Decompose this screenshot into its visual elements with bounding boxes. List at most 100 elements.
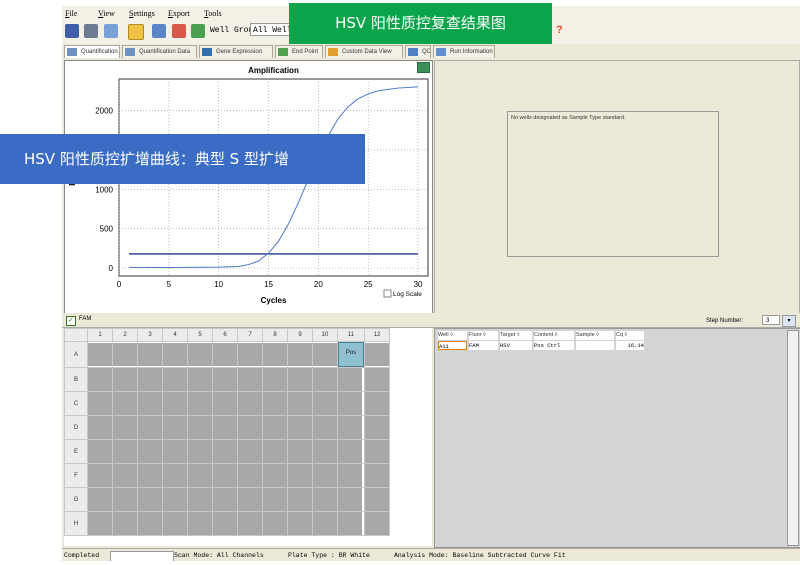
chart-options-icon[interactable] [417,62,430,73]
plate-well[interactable] [138,416,162,439]
plate-column-header[interactable]: 8 [262,328,288,342]
plate-well[interactable] [213,392,237,415]
step-number-select[interactable]: 3 [762,315,780,325]
plate-well[interactable] [113,368,137,391]
plate-well[interactable] [313,512,337,535]
plate-well[interactable] [238,488,262,511]
plate-well[interactable] [238,368,262,391]
plate-well[interactable] [338,416,362,439]
plate-column-header[interactable]: 2 [112,328,138,342]
plate-well[interactable] [213,343,237,366]
plate-well[interactable] [88,416,112,439]
plate-well[interactable] [213,416,237,439]
plate-well[interactable] [188,464,212,487]
plate-column-header[interactable]: 5 [187,328,213,342]
plate-well[interactable] [113,392,137,415]
plate-well[interactable] [238,343,262,366]
plate-well[interactable] [263,512,287,535]
plate-row-header[interactable]: H [64,511,88,536]
plate-well[interactable] [88,343,112,366]
plate-well[interactable] [138,368,162,391]
plate-row-header[interactable]: F [64,463,88,488]
plate-well[interactable] [263,488,287,511]
plate-well[interactable] [288,392,312,415]
plate-column-header[interactable]: 6 [212,328,238,342]
plate-well[interactable] [163,343,187,366]
plate-well-positive[interactable]: Pos [338,342,364,367]
col-header-sample[interactable]: Sample ◊ [576,331,614,340]
col-header-content[interactable]: Content ◊ [534,331,574,340]
plate-well[interactable] [113,343,137,366]
plate-well[interactable] [338,464,362,487]
zoom-icon[interactable] [128,24,144,40]
tab-custom-data-view[interactable]: Custom Data View [325,45,403,58]
plate-well[interactable] [113,512,137,535]
plate-column-header[interactable]: 1 [87,328,113,342]
plate-well[interactable] [138,440,162,463]
plate-well[interactable] [213,440,237,463]
save-icon[interactable] [65,24,79,38]
plate-well[interactable] [288,368,312,391]
plate-well[interactable] [288,343,312,366]
plate-well[interactable] [338,368,362,391]
plate-row-header[interactable]: G [64,487,88,512]
plate-row-header[interactable]: B [64,367,88,392]
plate-well[interactable] [365,512,389,535]
plate-well[interactable] [238,440,262,463]
plate-well[interactable] [263,416,287,439]
plate-column-header[interactable]: 9 [287,328,313,342]
plate-well[interactable] [213,488,237,511]
plate-well[interactable] [138,512,162,535]
plate-well[interactable] [188,512,212,535]
plate-well[interactable] [88,488,112,511]
plate-well[interactable] [365,488,389,511]
plate-well[interactable] [88,392,112,415]
plate-well[interactable] [163,512,187,535]
plate-well[interactable] [138,392,162,415]
plate-well[interactable] [365,368,389,391]
plate-column-header[interactable]: 4 [162,328,188,342]
plate-column-header[interactable]: 12 [364,328,390,342]
plate-well[interactable] [113,416,137,439]
plate-well[interactable] [88,440,112,463]
plate-well[interactable] [163,464,187,487]
plate-column-header[interactable]: 3 [137,328,163,342]
plate-row-header[interactable]: E [64,439,88,464]
plate-well[interactable] [238,512,262,535]
plate-well[interactable] [113,440,137,463]
plate-column-header[interactable]: 11 [337,328,365,342]
plate-well[interactable] [338,392,362,415]
plate-well[interactable] [263,343,287,366]
col-header-target[interactable]: Target ◊ [500,331,532,340]
col-header-well[interactable]: Well ◊ [438,331,467,340]
plate-well[interactable] [338,512,362,535]
plate-well[interactable] [313,343,337,366]
plate-well[interactable] [113,464,137,487]
menu-export[interactable]: Export [168,9,190,18]
plate-well[interactable] [163,368,187,391]
plate-well[interactable] [88,368,112,391]
plate-well[interactable] [288,488,312,511]
plate-well[interactable] [365,392,389,415]
vertical-scrollbar[interactable] [787,330,799,546]
tab-gene-expression[interactable]: Gene Expression [199,45,273,58]
col-header-cq[interactable]: Cq ◊ [616,331,644,340]
plate-well[interactable] [365,343,389,366]
help-icon[interactable]: ? [556,24,563,36]
plate-well[interactable] [288,440,312,463]
plate-well[interactable] [313,488,337,511]
plate-well[interactable] [338,440,362,463]
plate-well[interactable] [213,464,237,487]
plate-well[interactable] [288,512,312,535]
plate-well[interactable] [238,392,262,415]
tab-run-information[interactable]: Run Information [433,45,495,58]
plate-well[interactable] [138,464,162,487]
plate-well[interactable] [365,416,389,439]
group-icon[interactable] [191,24,205,38]
plate-well[interactable] [138,488,162,511]
cell-well[interactable]: A11 [438,341,467,350]
plate-well[interactable] [288,464,312,487]
plate-well[interactable] [163,488,187,511]
chevron-down-icon[interactable]: ▾ [782,315,796,327]
plate-well[interactable] [365,464,389,487]
